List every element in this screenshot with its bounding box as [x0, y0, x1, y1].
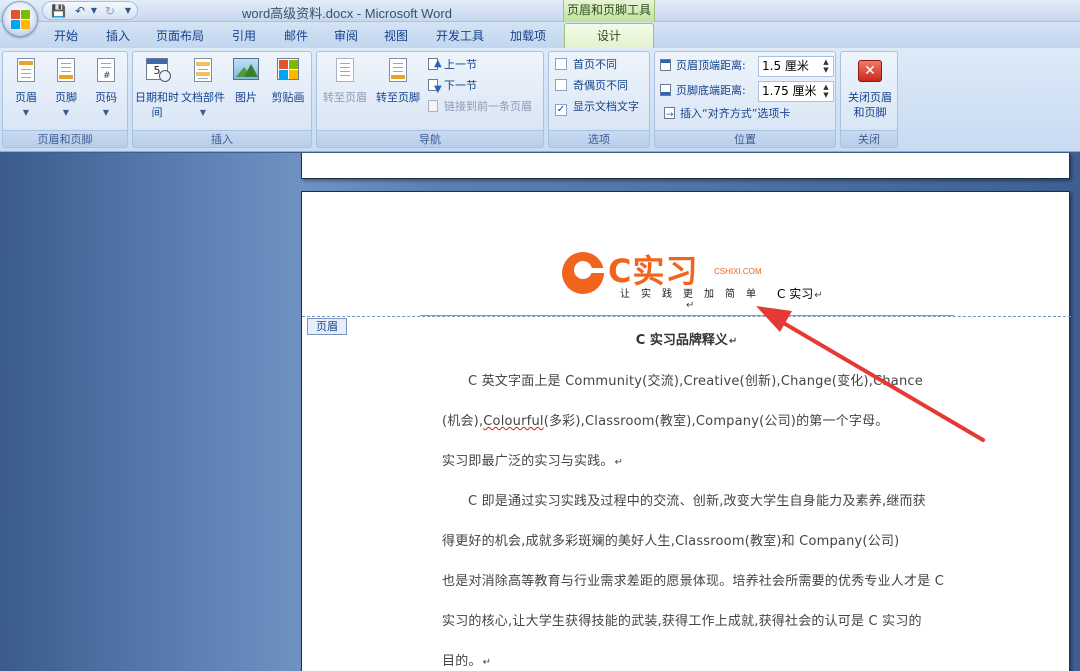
link-to-previous-button[interactable]: 链接到前一条页眉 [427, 98, 532, 116]
group-header-footer: 页眉 ▼ 页脚 ▼ # 页码 ▼ 页眉和页脚 [2, 51, 128, 148]
header-top-distance-label: 页眉顶端距离: [659, 57, 746, 75]
header-boundary [302, 316, 1071, 317]
close-header-footer-button[interactable]: ✕ 关闭页眉和页脚 [843, 56, 897, 120]
chevron-down-icon: ▼ [22, 108, 30, 117]
title-bar: 💾 ↶ ▼ ↻ ▼ word高级资料.docx - Microsoft Word… [0, 0, 1080, 22]
goto-footer-button[interactable]: 转至页脚 [371, 56, 425, 105]
next-section-button[interactable]: ▼ 下一节 [427, 77, 477, 95]
ribbon-tabs: 开始 插入 页面布局 引用 邮件 审阅 视图 开发工具 加载项 设计 [0, 22, 1080, 49]
document-page[interactable]: C实习 CSHIXI.COM 让实践更加简单 C 实习↵ ↵ 页眉 C 实习品牌… [301, 191, 1071, 671]
show-document-text-checkbox[interactable]: ✓ 显示文档文字 [555, 98, 639, 116]
spinner-arrows-icon[interactable]: ▲ ▼ [820, 83, 832, 100]
logo-domain: CSHIXI.COM [714, 267, 762, 276]
doc-parts-icon [190, 56, 216, 88]
previous-page-bottom[interactable] [301, 153, 1070, 179]
tab-add-ins[interactable]: 加载项 [500, 26, 556, 48]
header-top-distance-input[interactable]: 1.5 厘米 ▲ ▼ [758, 56, 834, 77]
goto-footer-icon [385, 56, 411, 88]
goto-header-icon [332, 56, 358, 88]
checkbox-checked-icon: ✓ [555, 104, 567, 116]
page-number-button[interactable]: # 页码 ▼ [87, 56, 125, 120]
tab-references[interactable]: 引用 [222, 26, 266, 48]
group-label-navigation: 导航 [317, 130, 543, 147]
save-icon[interactable]: 💾 [51, 4, 66, 18]
previous-section-button[interactable]: ▲ 上一节 [427, 56, 477, 74]
footer-button[interactable]: 页脚 ▼ [47, 56, 85, 120]
chevron-down-icon: ▼ [199, 108, 207, 117]
customize-qat-icon[interactable]: ▼ [121, 4, 135, 18]
group-label-close: 关闭 [841, 130, 897, 147]
group-close: ✕ 关闭页眉和页脚 关闭 [840, 51, 898, 148]
picture-button[interactable]: 图片 [229, 56, 263, 105]
tab-page-layout[interactable]: 页面布局 [148, 26, 212, 48]
header-button[interactable]: 页眉 ▼ [7, 56, 45, 120]
different-first-page-checkbox[interactable]: 首页不同 [555, 56, 617, 74]
tab-view[interactable]: 视图 [374, 26, 418, 48]
different-odd-even-checkbox[interactable]: 奇偶页不同 [555, 77, 628, 95]
group-label-options: 选项 [549, 130, 649, 147]
window-title: word高级资料.docx - Microsoft Word [242, 6, 452, 21]
doc-parts-button[interactable]: 文档部件 ▼ [179, 56, 227, 120]
page-number-icon: # [93, 56, 119, 88]
document-line[interactable]: 也是对消除高等教育与行业需求差距的愿景体现。培养社会所需要的优秀专业人才是 C [442, 570, 944, 589]
tab-insert[interactable]: 插入 [96, 26, 140, 48]
link-icon [427, 99, 441, 113]
next-section-icon: ▼ [427, 78, 442, 95]
redo-icon[interactable]: ↻ [103, 4, 117, 18]
office-logo-icon [11, 10, 31, 30]
context-tab-title: 页眉和页脚工具 [563, 0, 655, 22]
document-heading[interactable]: C 实习品牌释义↵ [302, 329, 1071, 348]
tab-design[interactable]: 设计 [564, 23, 654, 49]
alignment-tab-icon: → [663, 106, 677, 120]
picture-icon [233, 56, 259, 88]
chevron-down-icon: ▼ [62, 108, 70, 117]
close-icon: ✕ [857, 56, 883, 88]
header-icon [13, 56, 39, 88]
paragraph-mark: ↵ [686, 300, 695, 311]
tab-developer[interactable]: 开发工具 [428, 26, 492, 48]
date-time-button[interactable]: 5 日期和时间 [135, 56, 179, 120]
calendar-icon: 5 [144, 56, 171, 88]
tab-mailings[interactable]: 邮件 [274, 26, 318, 48]
undo-dropdown-icon[interactable]: ▼ [87, 4, 101, 18]
ribbon: 页眉 ▼ 页脚 ▼ # 页码 ▼ 页眉和页脚 5 日期和时间 文档部件 ▼ 图片… [0, 48, 1080, 152]
footer-distance-icon [659, 83, 673, 97]
group-label-header-footer: 页眉和页脚 [3, 130, 127, 147]
goto-header-button[interactable]: 转至页眉 [319, 56, 371, 105]
checkbox-icon [555, 79, 567, 91]
group-navigation: 转至页眉 转至页脚 ▲ 上一节 ▼ 下一节 链接到前一条页眉 导航 [316, 51, 544, 148]
chevron-down-icon: ▼ [102, 108, 110, 117]
quick-access-toolbar: 💾 ↶ ▼ ↻ ▼ [42, 1, 138, 20]
document-line[interactable]: C 英文字面上是 Community(交流),Creative(创新),Chan… [468, 370, 923, 389]
clip-art-button[interactable]: 剪贴画 [267, 56, 309, 105]
footer-icon [53, 56, 79, 88]
undo-icon[interactable]: ↶ [73, 4, 87, 18]
group-insert: 5 日期和时间 文档部件 ▼ 图片 剪贴画 插入 [132, 51, 312, 148]
document-line[interactable]: 得更好的机会,成就多彩斑斓的美好人生,Classroom(教室)和 Compan… [442, 530, 899, 549]
header-text[interactable]: C 实习↵ [777, 285, 823, 302]
group-position: 页眉顶端距离: 1.5 厘米 ▲ ▼ 页脚底端距离: 1.75 厘米 ▲ ▼ → 插入… [654, 51, 836, 148]
document-line[interactable]: 实习的核心,让大学生获得技能的武装,获得工作上成就,获得社会的认可是 C 实习的 [442, 610, 922, 629]
document-line[interactable]: 目的。↵ [442, 650, 491, 669]
footer-bottom-distance-input[interactable]: 1.75 厘米 ▲ ▼ [758, 81, 834, 102]
tab-review[interactable]: 审阅 [324, 26, 368, 48]
document-workspace[interactable]: C实习 CSHIXI.COM 让实践更加简单 C 实习↵ ↵ 页眉 C 实习品牌… [0, 153, 1080, 671]
group-label-insert: 插入 [133, 130, 311, 147]
cshixi-logo: C实习 CSHIXI.COM 让实践更加简单 [562, 248, 782, 300]
group-options: 首页不同 奇偶页不同 ✓ 显示文档文字 选项 [548, 51, 650, 148]
spinner-arrows-icon[interactable]: ▲ ▼ [820, 58, 832, 75]
office-button[interactable] [2, 1, 38, 37]
previous-section-icon: ▲ [427, 57, 442, 71]
header-distance-icon [659, 58, 673, 72]
checkbox-icon [555, 58, 567, 70]
tab-home[interactable]: 开始 [44, 26, 88, 48]
clip-art-icon [275, 56, 301, 88]
document-line[interactable]: C 即是通过实习实践及过程中的交流、创新,改变大学生自身能力及素养,继而获 [468, 490, 926, 509]
group-label-position: 位置 [655, 130, 835, 147]
document-line[interactable]: (机会),Colourful(多彩),Classroom(教室),Company… [442, 410, 888, 429]
document-line[interactable]: 实习即最广泛的实习与实践。↵ [442, 450, 623, 469]
insert-alignment-tab-button[interactable]: → 插入“对齐方式”选项卡 [663, 105, 790, 123]
footer-bottom-distance-label: 页脚底端距离: [659, 82, 746, 100]
logo-slogan: 让实践更加简单 [620, 289, 767, 300]
